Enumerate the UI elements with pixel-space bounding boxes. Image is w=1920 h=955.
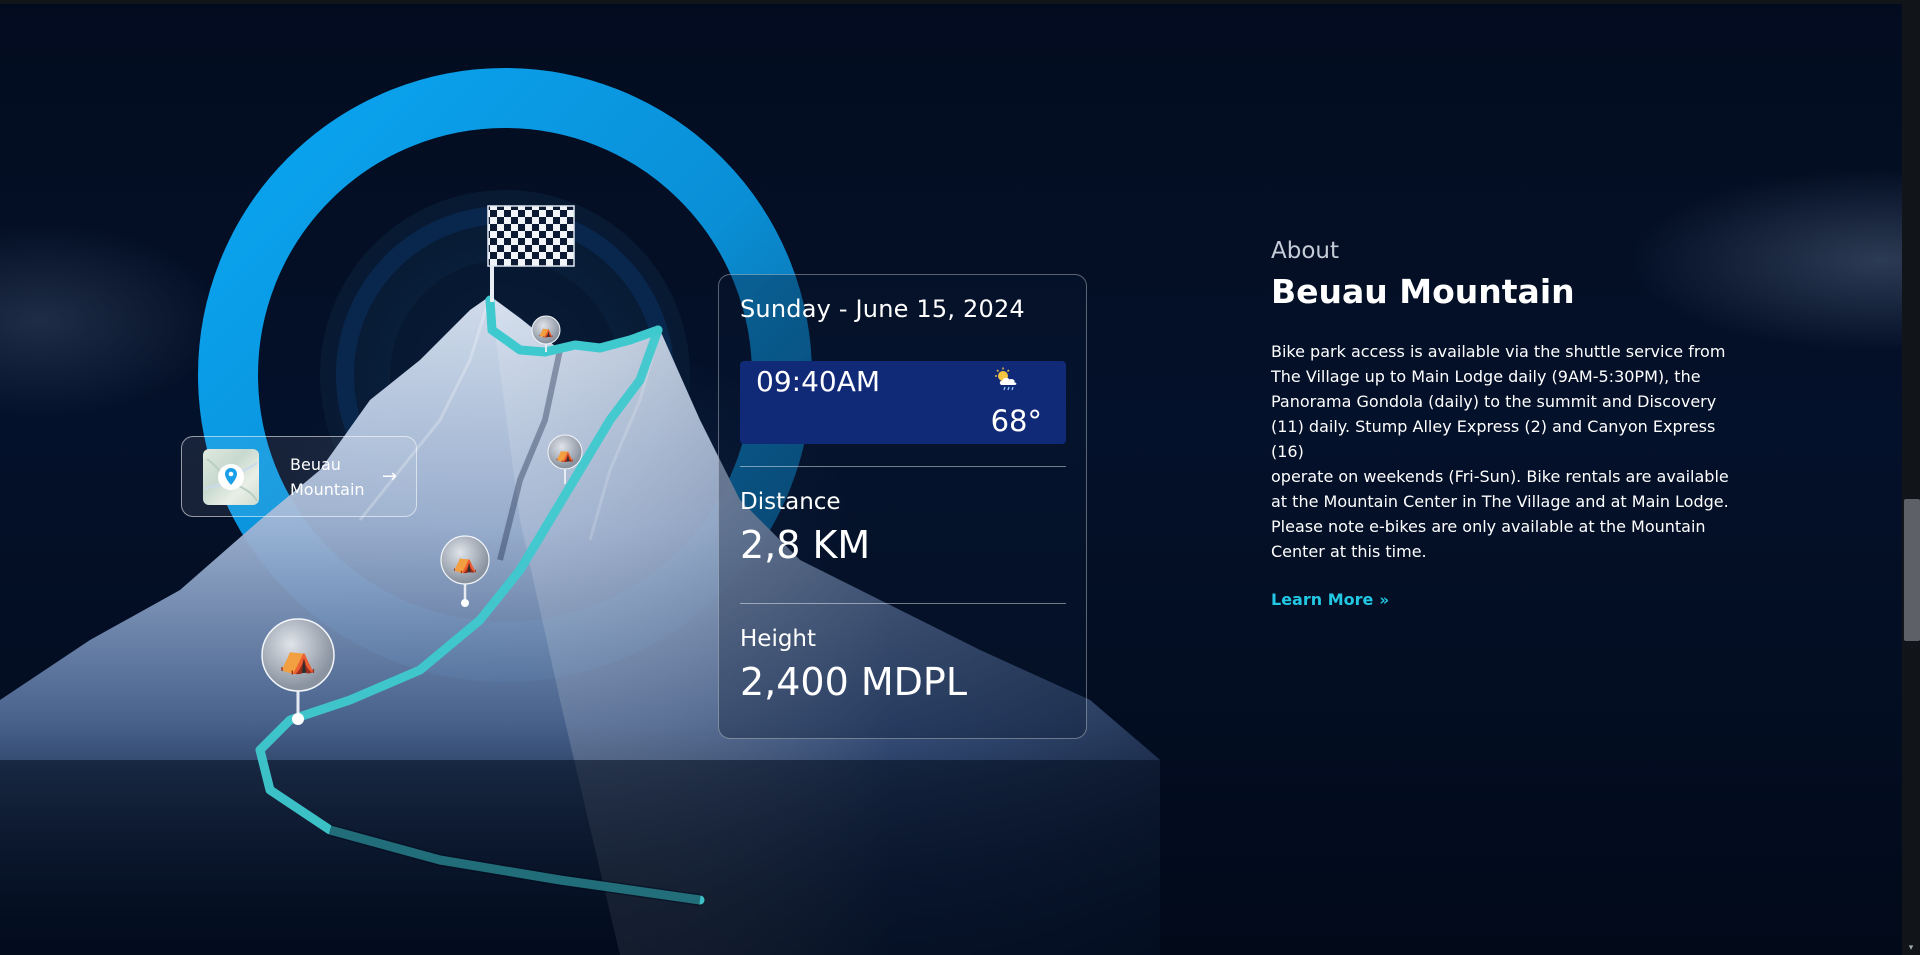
svg-text:⛺: ⛺: [539, 324, 554, 338]
about-paragraph-line: Bike park access is available via the sh…: [1271, 342, 1726, 461]
double-chevron-right-icon: »: [1379, 590, 1390, 609]
learn-more-label: Learn More: [1271, 590, 1374, 609]
svg-text:⛺: ⛺: [279, 641, 316, 676]
about-section: About Beuau Mountain Bike park access is…: [1271, 238, 1731, 609]
about-paragraph-line: at the Mountain Center in The Village an…: [1271, 492, 1729, 511]
about-title: Beuau Mountain: [1271, 272, 1575, 311]
date-text: Sunday - June 15, 2024: [740, 295, 1025, 323]
location-card[interactable]: Beuau Mountain →: [181, 436, 417, 517]
svg-text:⛺: ⛺: [556, 445, 575, 463]
height-value: 2,400 MDPL: [740, 660, 967, 704]
arrow-right-icon: →: [382, 466, 398, 487]
distance-label: Distance: [740, 489, 841, 515]
about-paragraph-line: Please note e-bikes are only available a…: [1271, 517, 1706, 561]
about-paragraph-line: operate on weekends (Fri-Sun). Bike rent…: [1271, 467, 1729, 486]
distance-value: 2,8 KM: [740, 523, 871, 567]
divider: [740, 603, 1066, 604]
time-text: 09:40AM: [756, 365, 881, 398]
location-label: Beuau Mountain: [290, 454, 365, 499]
svg-text:⛺: ⛺: [453, 550, 478, 574]
learn-more-link[interactable]: Learn More »: [1271, 590, 1389, 609]
scroll-down-arrow-icon[interactable]: ▾: [1906, 943, 1916, 953]
info-card: Sunday - June 15, 2024 09:40AM 68° Dista…: [718, 274, 1087, 739]
about-description: Bike park access is available via the sh…: [1271, 339, 1731, 564]
map-thumbnail: [203, 448, 259, 505]
map-pin-icon: [204, 457, 258, 501]
scrollbar[interactable]: ▾: [1902, 0, 1920, 955]
about-kicker: About: [1271, 238, 1340, 264]
scrollbar-thumb[interactable]: [1904, 499, 1920, 641]
page: ⛺ ⛺ ⛺ ⛺ Beuau Mountain → Sunday - June 1…: [0, 0, 1920, 955]
height-label: Height: [740, 626, 817, 652]
temperature-text: 68°: [990, 404, 1042, 438]
divider: [740, 466, 1066, 467]
time-weather-box: 09:40AM 68°: [740, 361, 1066, 444]
partly-cloudy-rain-icon: [995, 367, 1017, 391]
